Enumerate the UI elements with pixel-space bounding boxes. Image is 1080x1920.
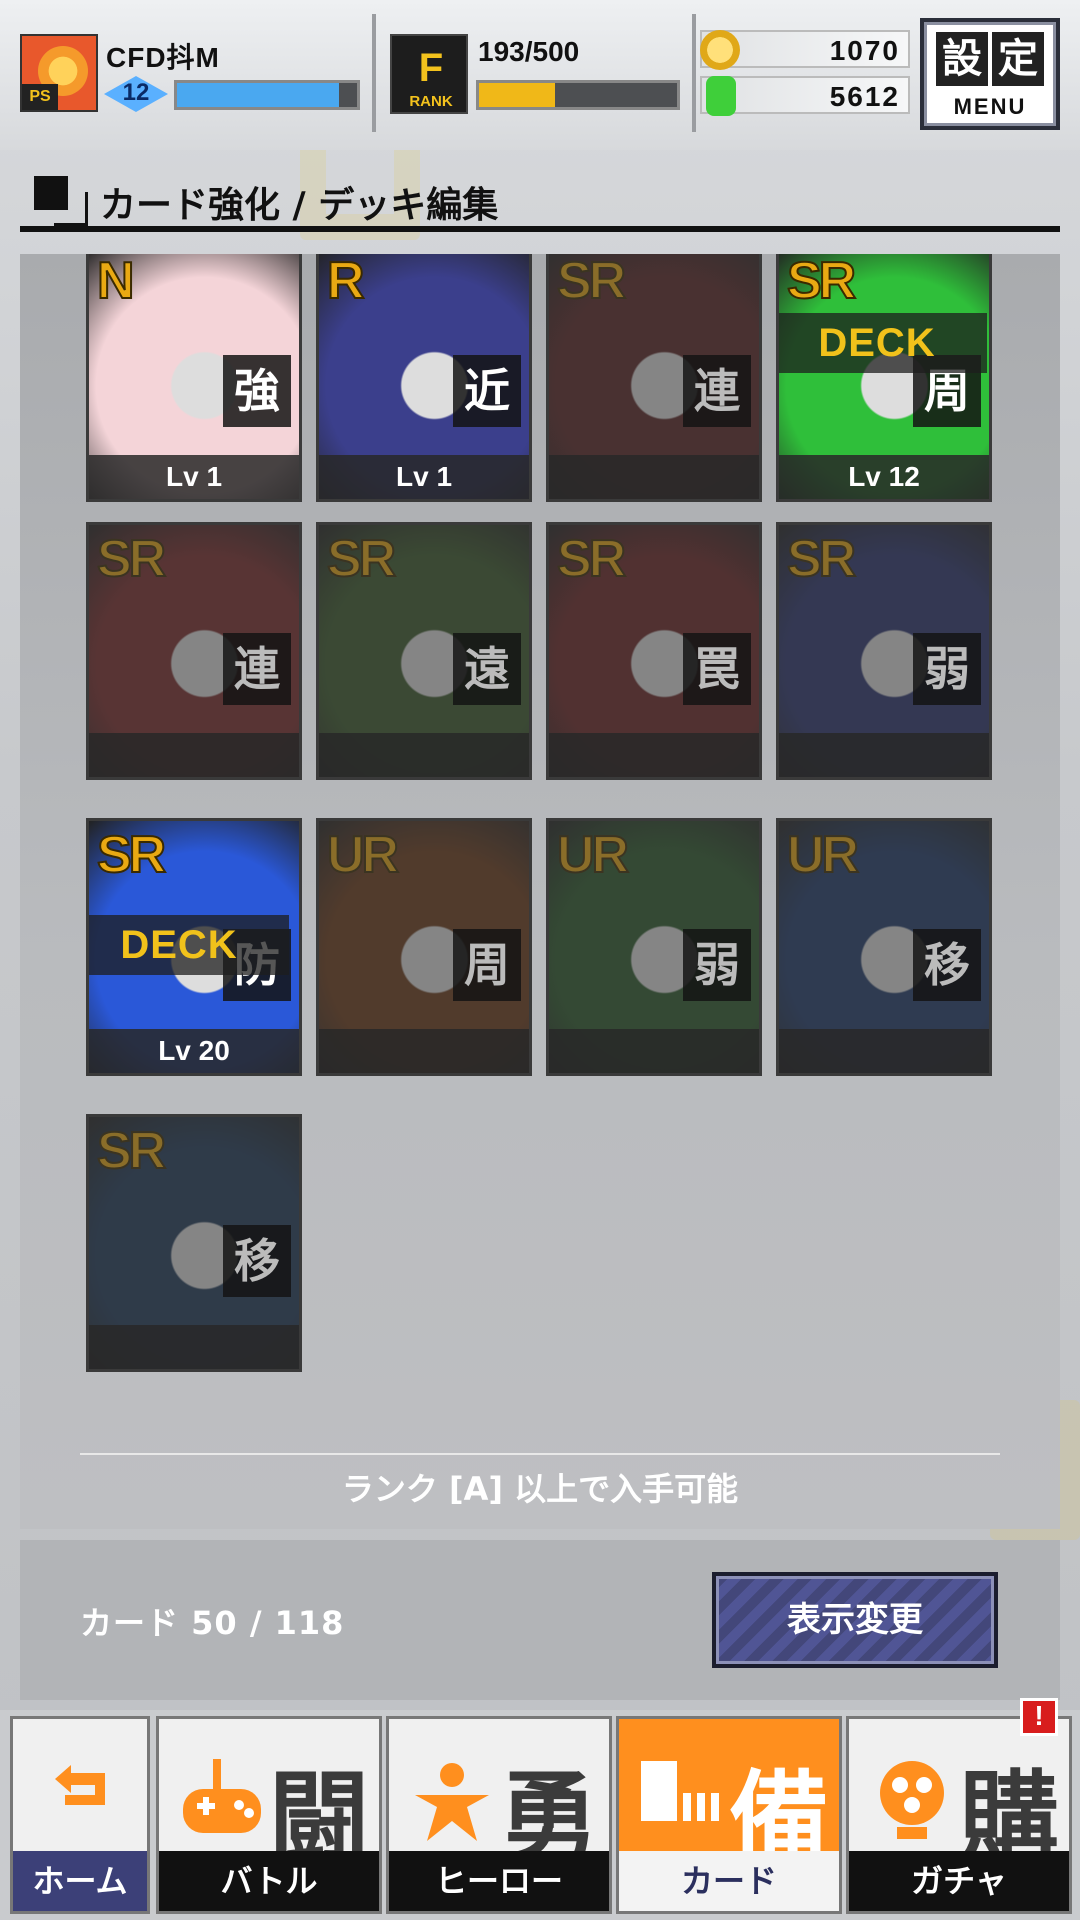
gold-coin-icon [700, 30, 740, 70]
card-type: 連 [223, 633, 291, 705]
card-level [319, 733, 529, 777]
card-level [89, 733, 299, 777]
gold-currency: 1070 [700, 30, 910, 70]
card-count: カード 50 / 118 [80, 1604, 345, 1642]
card-section-icon-outline [54, 192, 88, 226]
hero-icon [407, 1755, 497, 1845]
tab-gacha-label: ガチャ [849, 1851, 1069, 1911]
rank-progress-text: 193/500 [478, 36, 580, 67]
card-level: Lv 20 [89, 1029, 299, 1073]
energy-currency: 5612 [700, 76, 910, 116]
card-type: 周 [453, 929, 521, 1001]
card-level [319, 1029, 529, 1073]
menu-kanji: 設定 [924, 32, 1056, 86]
gacha-capsule-icon [867, 1755, 957, 1845]
display-change-button[interactable]: 表示変更 [712, 1572, 998, 1668]
card-rarity: SR [786, 254, 857, 311]
card-type: 弱 [683, 929, 751, 1001]
deck-badge: DECK [89, 915, 289, 975]
card-item[interactable]: UR周 [316, 818, 532, 1076]
card-level [779, 1029, 989, 1073]
card-type: 遠 [453, 633, 521, 705]
card-level [89, 1325, 299, 1369]
card-type: 弱 [913, 633, 981, 705]
card-item[interactable]: SR遠 [316, 522, 532, 780]
menu-kanji-2: 定 [992, 32, 1044, 86]
tab-battle-label: バトル [159, 1851, 379, 1911]
bottom-navigation: ホーム 闘 バトル 勇 ヒーロー 備 カード 購 ガチャ [0, 1710, 1080, 1920]
card-item[interactable]: R 近 Lv 1 [316, 254, 532, 502]
rank-unlock-note: ランク [A] 以上で入手可能 [341, 1470, 739, 1508]
card-type: 強 [223, 355, 291, 427]
divider [692, 14, 696, 132]
card-level: Lv 1 [89, 455, 299, 499]
gold-value: 1070 [829, 35, 900, 66]
menu-label: MENU [953, 94, 1027, 119]
card-footer: カード 50 / 118 表示変更 [20, 1540, 1060, 1700]
card-item[interactable]: SR連 [86, 522, 302, 780]
tab-card[interactable]: 備 カード [616, 1716, 842, 1914]
tab-hero-label: ヒーロー [389, 1851, 609, 1911]
notification-alert-icon: ! [1020, 1698, 1058, 1736]
menu-button[interactable]: 設定 MENU [920, 18, 1060, 130]
exp-bar [174, 80, 360, 110]
back-arrow-icon [45, 1759, 115, 1815]
tab-home-label: ホーム [13, 1851, 147, 1911]
energy-can-icon [706, 76, 736, 116]
card-level [779, 733, 989, 777]
energy-value: 5612 [829, 81, 900, 112]
card-icon [637, 1755, 727, 1845]
card-type: 近 [453, 355, 521, 427]
card-item[interactable]: SR移 [86, 1114, 302, 1372]
card-type: 移 [223, 1225, 291, 1297]
card-level [549, 733, 759, 777]
card-type: 罠 [683, 633, 751, 705]
card-item[interactable]: UR移 [776, 818, 992, 1076]
tab-card-label: カード [619, 1851, 839, 1911]
ps-badge: PS [22, 84, 58, 110]
section-header: カード強化 / デッキ編集 [20, 170, 1060, 236]
card-rarity: N [96, 254, 136, 311]
card-type: 連 [683, 355, 751, 427]
gamepad-icon [177, 1755, 267, 1845]
card-item[interactable]: SR罠 [546, 522, 762, 780]
level-badge: 12 [104, 76, 168, 112]
top-status-bar: PS CFD抖M 12 F RANK 193/500 1070 5612 設定 … [0, 0, 1080, 150]
tab-hero[interactable]: 勇 ヒーロー [386, 1716, 612, 1914]
card-list-panel[interactable]: N強Lv 1R近Lv 1SR連SR周Lv 12DECKSR連SR遠SR罠SR弱S… [20, 254, 1060, 1529]
avatar[interactable]: PS [20, 34, 98, 112]
tab-home[interactable]: ホーム [10, 1716, 150, 1914]
card-level: Lv 12 [779, 455, 989, 499]
tab-battle[interactable]: 闘 バトル [156, 1716, 382, 1914]
card-item[interactable]: SR 周 Lv 12 DECK [776, 254, 992, 502]
page-title: カード強化 / デッキ編集 [100, 185, 499, 226]
deck-badge: DECK [779, 313, 987, 373]
card-rarity: SR [96, 825, 167, 885]
exp-bar-fill [177, 83, 339, 107]
card-item[interactable]: SR防Lv 20DECK [86, 818, 302, 1076]
card-item[interactable]: UR弱 [546, 818, 762, 1076]
rank-icon-label: RANK [409, 93, 453, 110]
card-item[interactable]: N 強 Lv 1 [86, 254, 302, 502]
rank-bar [476, 80, 680, 110]
card-level [549, 455, 759, 499]
card-item[interactable]: SR弱 [776, 522, 992, 780]
rank-bar-fill [479, 83, 556, 107]
player-level: 12 [122, 79, 150, 106]
menu-kanji-1: 設 [936, 32, 988, 86]
card-type: 移 [913, 929, 981, 1001]
card-level: Lv 1 [319, 455, 529, 499]
divider [372, 14, 376, 132]
tab-gacha[interactable]: 購 ガチャ [846, 1716, 1072, 1914]
rank-letter: F [418, 46, 444, 90]
title-underline [20, 226, 1060, 232]
divider [80, 1453, 1000, 1455]
rank-icon: F RANK [390, 34, 468, 114]
card-level [549, 1029, 759, 1073]
card-rarity: R [326, 254, 366, 311]
player-name: CFD抖M [106, 42, 220, 73]
card-item[interactable]: SR連 [546, 254, 762, 502]
